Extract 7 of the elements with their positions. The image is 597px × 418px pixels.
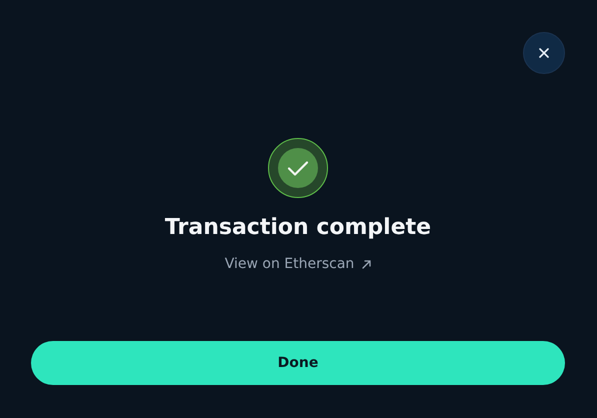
close-button[interactable]	[523, 32, 565, 74]
external-arrow-icon	[362, 260, 372, 268]
close-icon	[539, 48, 549, 58]
etherscan-link[interactable]: View on Etherscan	[224, 255, 372, 273]
checkmark-icon	[268, 138, 328, 198]
title: Transaction complete	[164, 214, 432, 242]
done-button[interactable]: Done	[31, 341, 565, 385]
